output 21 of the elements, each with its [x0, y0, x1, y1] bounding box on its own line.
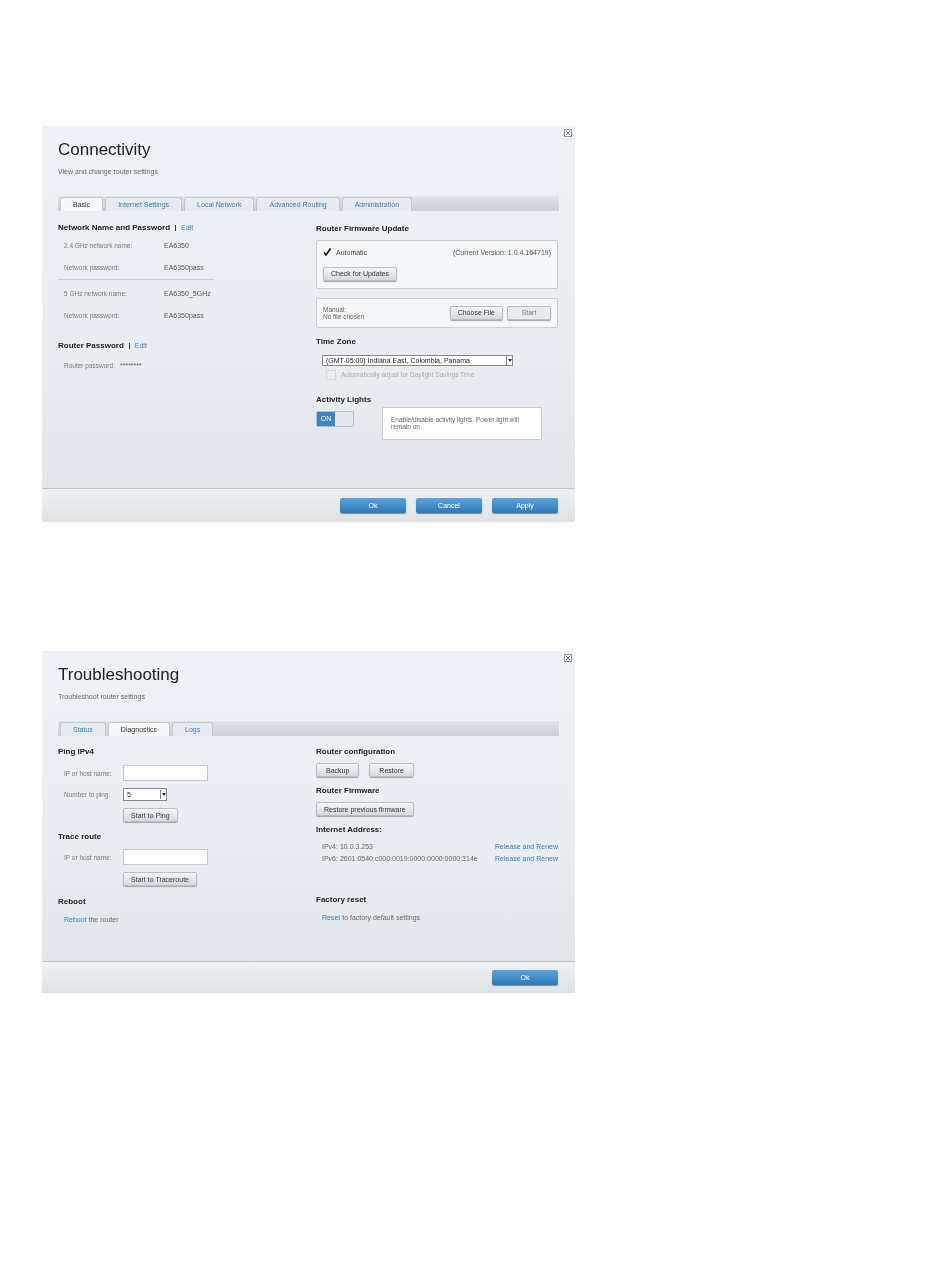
ip-input-field[interactable] [123, 849, 208, 865]
panel-title: Connectivity [58, 140, 151, 160]
section-heading: Network Name and Password [58, 223, 171, 232]
section-heading: Router Password [58, 341, 124, 350]
section-heading: Ping IPv4 [58, 747, 94, 756]
section-heading: Router Firmware [316, 786, 380, 795]
section-heading: Time Zone [316, 336, 356, 346]
panel-title: Troubleshooting [58, 665, 180, 685]
dropdown-icon [160, 790, 166, 799]
close-icon[interactable] [564, 654, 572, 662]
section-heading: Trace route [58, 832, 102, 841]
section-heading: Factory reset [316, 895, 367, 904]
dropdown-icon [506, 355, 512, 365]
section-heading: Internet Address: [316, 825, 382, 834]
section-heading: Router configuration [316, 747, 396, 756]
ip-input-field[interactable] [123, 765, 208, 781]
close-icon[interactable] [564, 129, 572, 137]
checkbox[interactable] [323, 248, 331, 256]
section-heading: Router Firmware Update [316, 224, 409, 233]
section-heading: Activity Lights [316, 394, 372, 404]
section-heading: Reboot [58, 897, 86, 906]
